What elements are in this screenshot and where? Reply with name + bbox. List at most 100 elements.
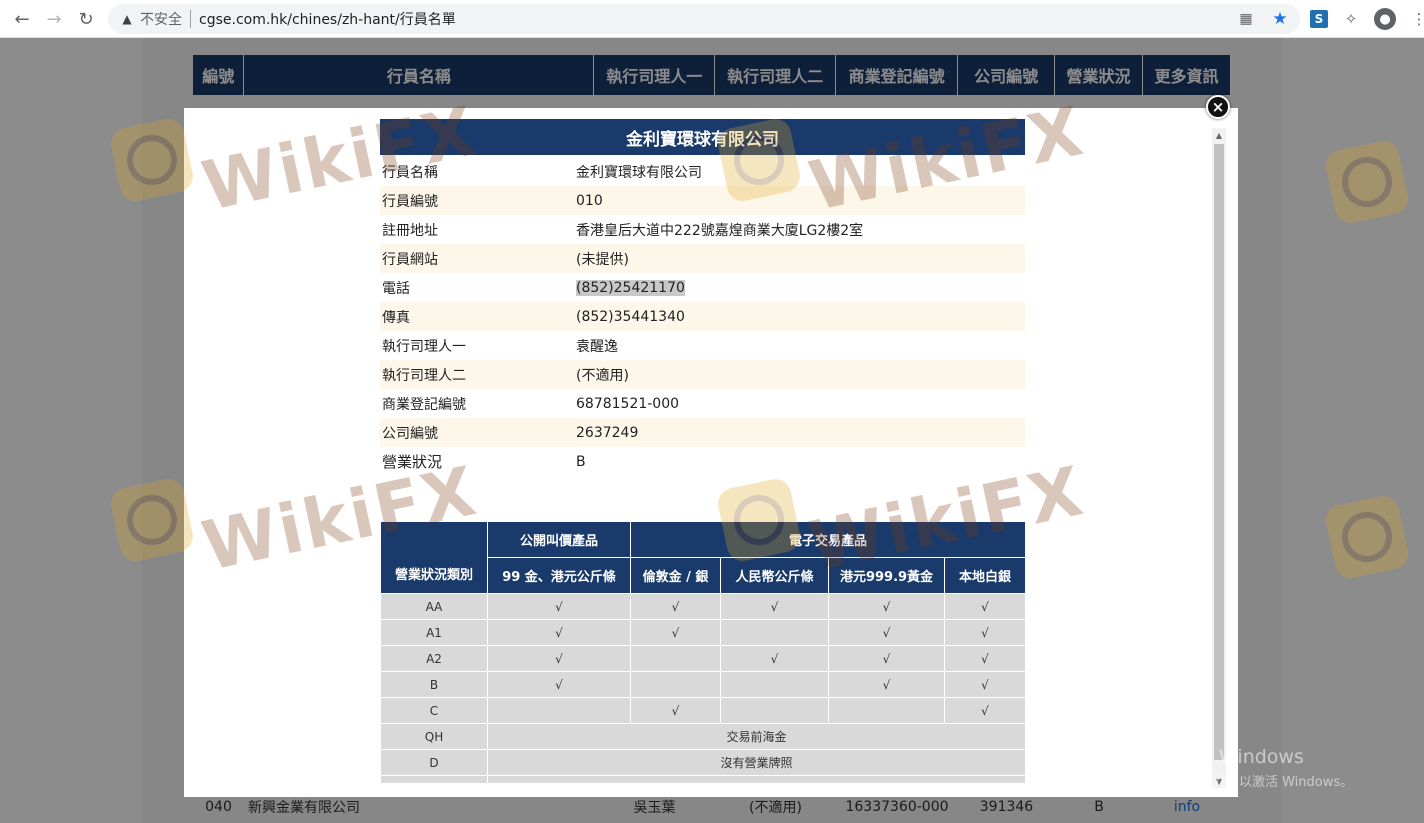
forward-arrow-icon[interactable]: → (42, 7, 66, 31)
detail-label: 行員網站 (382, 251, 438, 268)
detail-row: 行員網站 (未提供) (380, 244, 1025, 273)
check-cell (630, 671, 721, 698)
check-cell: √ (487, 619, 631, 646)
detail-value: 68781521-000 (576, 395, 680, 412)
detail-label: 行員名稱 (382, 164, 438, 181)
check-cell (487, 697, 631, 724)
member-detail-modal: 金利寶環球有限公司 行員名稱 金利寶環球有限公司 行員編號 010 註冊地址 香… (184, 108, 1238, 797)
table-row: B √ √ √ (380, 671, 1027, 698)
table-row: QH 交易前海金 (380, 723, 1027, 750)
detail-label: 公司編號 (382, 425, 438, 442)
status-category-table: 營業狀況類別 公開叫價產品 電子交易產品 99 金、港元公斤條 倫敦金 / 銀 … (380, 521, 1027, 784)
qh-description: 交易前海金 (486, 723, 1027, 750)
check-cell: √ (630, 697, 721, 724)
status-category: D (380, 749, 488, 776)
detail-label: 執行司理人二 (382, 367, 466, 384)
group-header-electronic: 電子交易產品 (629, 521, 1027, 558)
status-category: A1 (380, 619, 488, 646)
browser-toolbar: ← → ↻ ▲ 不安全 cgse.com.hk/chines/zh-hant/行… (0, 0, 1424, 38)
detail-label: 電話 (382, 280, 410, 297)
group-header-public: 公開叫價產品 (487, 521, 631, 558)
profile-avatar-icon[interactable]: ● (1374, 8, 1396, 30)
member-title: 金利寶環球有限公司 (380, 119, 1025, 157)
check-cell: √ (630, 619, 721, 646)
detail-value: (852)35441340 (576, 308, 685, 325)
detail-row: 註冊地址 香港皇后大道中222號嘉煌商業大廈LG2樓2室 (380, 215, 1025, 244)
table-row: C √ √ (380, 697, 1027, 724)
sub-header: 本地白銀 (943, 557, 1027, 594)
bookmark-star-icon[interactable]: ★ (1270, 9, 1290, 29)
sub-header: 99 金、港元公斤條 (487, 557, 631, 594)
puzzle-extensions-icon[interactable]: ✧ (1340, 8, 1362, 30)
address-bar[interactable]: ▲ 不安全 cgse.com.hk/chines/zh-hant/行員名單 ▦ … (108, 4, 1300, 34)
extension-area: S ✧ ● ⋮ (1310, 8, 1424, 30)
scroll-thumb[interactable] (1214, 144, 1224, 760)
check-cell: √ (630, 593, 721, 620)
sub-header: 港元999.9黃金 (828, 557, 945, 594)
detail-row: 行員編號 010 (380, 186, 1025, 215)
url-text[interactable]: cgse.com.hk/chines/zh-hant/行員名單 (199, 9, 456, 29)
windows-activation-notice: 激活 Windows 转到"设置"以激活 Windows。 (1175, 742, 1353, 790)
check-cell (828, 697, 945, 724)
sub-header: 人民幣公斤條 (720, 557, 829, 594)
omnibox-divider (190, 10, 191, 28)
activation-line2: 转到"设置"以激活 Windows。 (1175, 775, 1354, 790)
translate-icon[interactable]: ▦ (1236, 9, 1256, 29)
warning-icon[interactable]: ▲ (120, 12, 134, 26)
detail-value: 010 (576, 192, 603, 209)
detail-value: (不適用) (576, 367, 629, 384)
reload-icon[interactable]: ↻ (74, 7, 98, 31)
back-arrow-icon[interactable]: ← (10, 7, 34, 31)
check-cell: √ (487, 671, 631, 698)
status-category: A2 (380, 645, 488, 672)
scroll-up-icon[interactable]: ▲ (1212, 128, 1226, 142)
detail-row: 商業登記編號 68781521-000 (380, 389, 1025, 418)
insecure-label[interactable]: 不安全 (140, 9, 182, 29)
sub-header: 倫敦金 / 銀 (630, 557, 721, 594)
detail-value: (未提供) (576, 251, 629, 268)
check-cell: √ (487, 645, 631, 672)
check-cell: √ (828, 593, 945, 620)
status-category: B (380, 671, 488, 698)
detail-row: 電話 (852)25421170 (380, 273, 1025, 302)
detail-label: 註冊地址 (382, 222, 438, 239)
detail-label: 行員編號 (382, 193, 438, 210)
detail-label: 執行司理人一 (382, 338, 466, 355)
check-cell: √ (828, 645, 945, 672)
omnibox-actions: ▦ ★ (1236, 9, 1290, 29)
detail-label: 營業狀況 (382, 453, 443, 471)
detail-value: 金利寶環球有限公司 (576, 164, 702, 181)
detail-row: 營業狀況 B (380, 447, 1025, 476)
table-row (380, 775, 1027, 784)
stub-cell (380, 775, 488, 784)
modal-scrollbar[interactable]: ▲ ▼ (1212, 128, 1226, 788)
status-corner-header: 營業狀況類別 (380, 521, 488, 594)
menu-dots-icon[interactable]: ⋮ (1408, 8, 1424, 30)
detail-label: 商業登記編號 (382, 396, 466, 413)
table-row: AA √ √ √ √ √ (380, 593, 1027, 620)
stub-cell (486, 775, 1027, 784)
table-row: A1 √ √ √ √ (380, 619, 1027, 646)
detail-value: 香港皇后大道中222號嘉煌商業大廈LG2樓2室 (576, 222, 864, 239)
phone-value: (852)25421170 (576, 279, 685, 296)
check-cell: √ (828, 671, 945, 698)
detail-row: 執行司理人一 袁醒逸 (380, 331, 1025, 360)
check-cell: √ (943, 697, 1027, 724)
detail-value: B (576, 453, 586, 470)
extension-s-icon[interactable]: S (1310, 10, 1328, 28)
detail-value: 袁醒逸 (576, 338, 618, 355)
check-cell: √ (720, 593, 829, 620)
check-cell: √ (720, 645, 829, 672)
check-cell (630, 645, 721, 672)
close-modal-button[interactable]: × (1206, 95, 1230, 119)
detail-value: 2637249 (576, 424, 639, 441)
check-cell (720, 697, 829, 724)
check-cell: √ (943, 671, 1027, 698)
d-description: 沒有營業牌照 (486, 749, 1027, 776)
check-cell: √ (943, 645, 1027, 672)
detail-row: 傳真 (852)35441340 (380, 302, 1025, 331)
status-category: C (380, 697, 488, 724)
check-cell: √ (943, 619, 1027, 646)
table-row: A2 √ √ √ √ (380, 645, 1027, 672)
detail-row: 行員名稱 金利寶環球有限公司 (380, 157, 1025, 186)
